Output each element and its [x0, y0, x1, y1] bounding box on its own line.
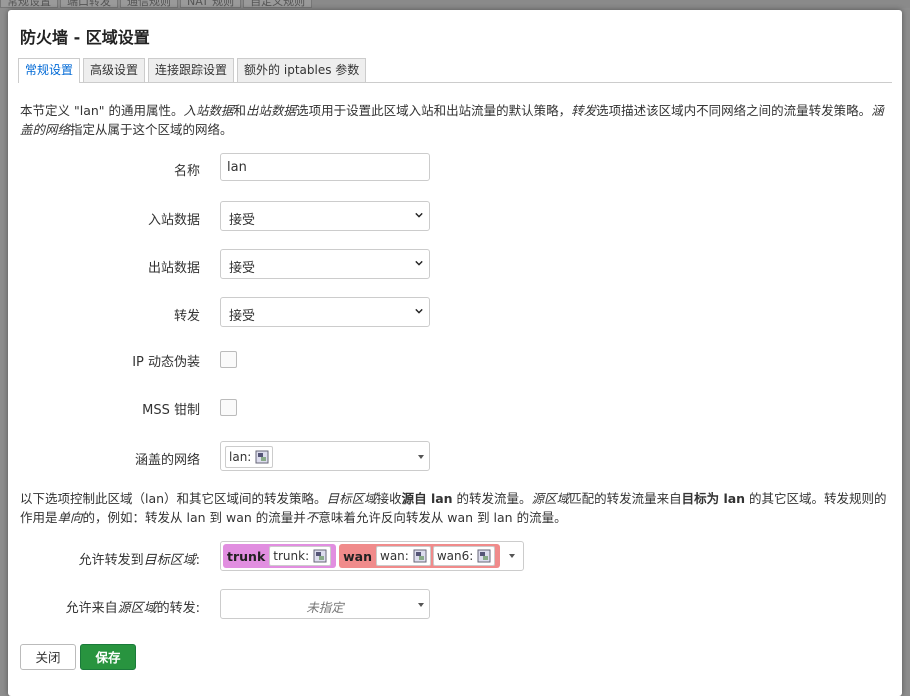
chevron-down-icon — [509, 554, 516, 558]
bg-tab: 自定义规则 — [243, 0, 313, 8]
output-policy-row: 出站数据 接受 — [8, 249, 902, 279]
forward-src-row: 允许来自源区域的转发: 未指定 — [8, 589, 902, 619]
mss-clamping-row: MSS 钳制 — [8, 391, 902, 421]
bg-tab: NAT 规则 — [180, 0, 242, 8]
output-policy-label: 出站数据 — [147, 261, 200, 276]
input-policy-value: 接受 — [229, 213, 256, 228]
forward-src-label: 允许来自源区域的转发: — [65, 601, 200, 616]
forward-src-value: 未指定 — [306, 600, 344, 615]
forward-src-dropdown[interactable]: 未指定 — [220, 589, 430, 619]
forward-dest-dropdown[interactable]: trunk trunk: wan wan: wan6: — [220, 541, 525, 571]
covered-networks-label: 涵盖的网络 — [134, 453, 200, 468]
forward-policy-select[interactable]: 接受 — [220, 297, 430, 327]
input-policy-row: 入站数据 接受 — [8, 201, 902, 231]
forward-dest-row: 允许转发到目标区域: trunk trunk: wan wan: wan6: — [8, 541, 902, 571]
forwarding-description: 以下选项控制此区域（lan）和其它区域间的转发策略。目标区域接收源自 lan 的… — [20, 491, 887, 525]
modal-title: 防火墙 - 区域设置 — [20, 28, 150, 47]
chevron-down-icon — [415, 308, 423, 314]
background-tabs: 常规设置 端口转发 通信规则 NAT 规则 自定义规则 — [0, 0, 314, 8]
tab-general[interactable]: 常规设置 — [18, 58, 81, 83]
zone-network: wan6: — [432, 546, 496, 566]
forward-dest-label: 允许转发到目标区域: — [78, 553, 200, 568]
chevron-down-icon — [418, 603, 424, 607]
save-button[interactable]: 保存 — [80, 644, 136, 670]
network-port-icon — [255, 450, 269, 464]
covered-networks-row: 涵盖的网络 lan: — [8, 441, 902, 471]
name-label: 名称 — [173, 164, 200, 179]
background-page-right — [902, 8, 910, 696]
bg-tab: 端口转发 — [60, 0, 118, 8]
bg-tab: 常规设置 — [0, 0, 58, 8]
close-button[interactable]: 关闭 — [20, 644, 76, 670]
tab-bar: 常规设置 高级设置 连接跟踪设置 额外的 iptables 参数 — [18, 58, 892, 83]
input-policy-select[interactable]: 接受 — [220, 201, 430, 231]
output-policy-select[interactable]: 接受 — [220, 249, 430, 279]
mss-clamping-label: MSS 钳制 — [142, 403, 200, 418]
zone-name: wan — [343, 548, 372, 564]
input-policy-label: 入站数据 — [147, 213, 200, 228]
tab-conntrack[interactable]: 连接跟踪设置 — [148, 58, 235, 82]
output-policy-value: 接受 — [229, 261, 256, 276]
forward-policy-label: 转发 — [173, 309, 200, 324]
network-item-label: lan: — [229, 450, 252, 464]
zone-badge-trunk: trunk trunk: — [223, 544, 337, 568]
masquerade-row: IP 动态伪装 — [8, 343, 902, 373]
network-port-icon — [477, 549, 491, 563]
network-port-icon — [413, 549, 427, 563]
chevron-down-icon — [415, 212, 423, 218]
zone-network: trunk: — [269, 546, 332, 566]
masquerade-label: IP 动态伪装 — [132, 355, 200, 370]
network-item-lan: lan: — [225, 446, 274, 468]
bg-tab: 通信规则 — [120, 0, 178, 8]
chevron-down-icon — [418, 455, 424, 459]
covered-networks-dropdown[interactable]: lan: — [220, 441, 430, 471]
masquerade-checkbox[interactable] — [220, 351, 237, 368]
mss-clamping-checkbox[interactable] — [220, 399, 237, 416]
section-description: 本节定义 "lan" 的通用属性。入站数据和出站数据选项用于设置此区域入站和出站… — [20, 103, 884, 137]
name-row: 名称 — [8, 153, 902, 183]
forward-policy-value: 接受 — [229, 309, 256, 324]
tab-extra-iptables[interactable]: 额外的 iptables 参数 — [237, 58, 367, 82]
zone-network: wan: — [376, 546, 431, 566]
zone-name: trunk — [227, 548, 266, 564]
zone-badge-wan: wan wan: wan6: — [339, 544, 501, 568]
network-port-icon — [313, 549, 327, 563]
chevron-down-icon — [415, 260, 423, 266]
tab-advanced[interactable]: 高级设置 — [83, 58, 146, 82]
name-input[interactable] — [220, 153, 430, 181]
forward-policy-row: 转发 接受 — [8, 297, 902, 327]
zone-settings-modal: 防火墙 - 区域设置 常规设置 高级设置 连接跟踪设置 额外的 iptables… — [8, 10, 902, 696]
background-page-left — [0, 8, 8, 696]
